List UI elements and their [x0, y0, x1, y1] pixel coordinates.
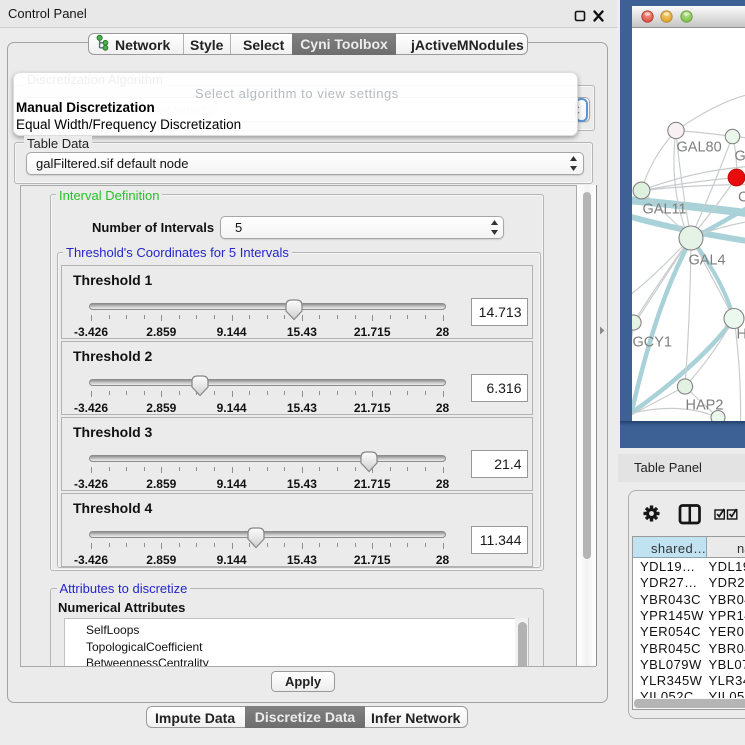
svg-text:GA: GA [734, 148, 745, 164]
svg-text:GAL4: GAL4 [688, 252, 725, 268]
svg-text:HAP2: HAP2 [685, 397, 723, 413]
svg-text:H: H [736, 326, 745, 342]
svg-text:GCY1: GCY1 [632, 334, 672, 350]
svg-text:GAL80: GAL80 [676, 139, 721, 155]
svg-text:C: C [738, 189, 745, 205]
svg-text:GAL11: GAL11 [642, 201, 686, 217]
